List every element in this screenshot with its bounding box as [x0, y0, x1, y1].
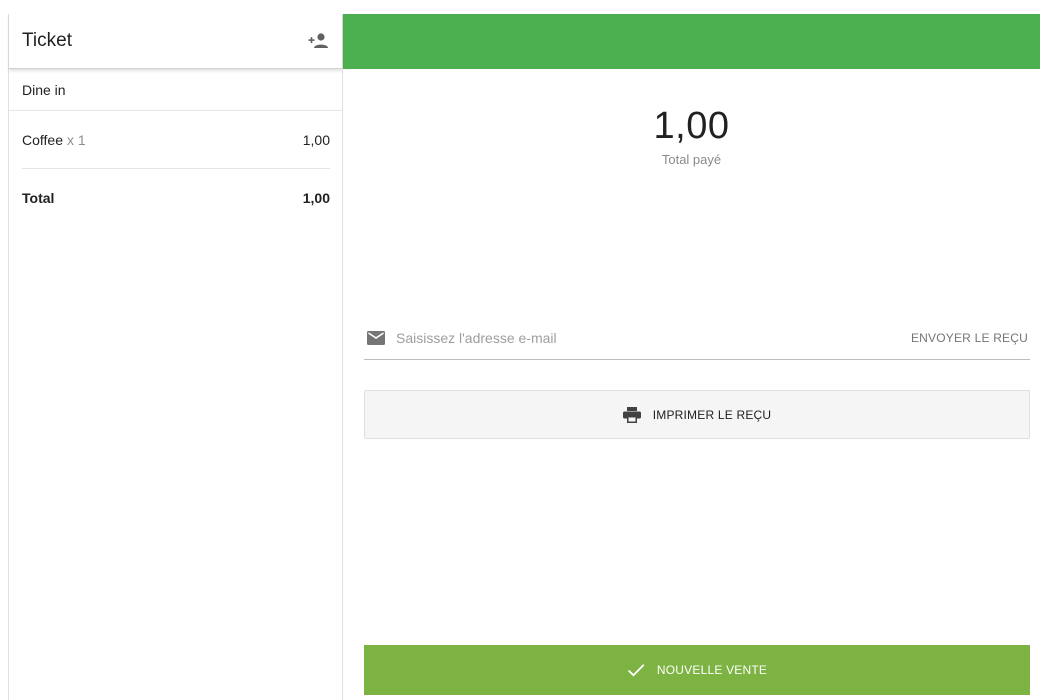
ticket-total-label: Total: [22, 190, 55, 206]
ticket-item-name: Coffee: [22, 131, 63, 148]
dining-option[interactable]: Dine in: [9, 69, 342, 111]
ticket-item-price: 1,00: [302, 131, 330, 148]
ticket-item-qty: x 1: [67, 131, 86, 148]
person-add-icon[interactable]: [306, 29, 330, 53]
ticket-total-row: Total 1,00: [9, 169, 342, 227]
paid-amount-label: Total payé: [661, 152, 722, 167]
ticket-item-row[interactable]: Coffee x 1 1,00: [22, 111, 330, 169]
ticket-total-value: 1,00: [302, 190, 330, 206]
new-sale-label: NOUVELLE VENTE: [656, 663, 768, 677]
printer-icon: [622, 406, 641, 423]
ticket-header: Ticket: [9, 14, 342, 69]
mail-icon: [367, 330, 385, 345]
send-receipt-button[interactable]: ENVOYER LE REÇU: [911, 331, 1030, 345]
print-receipt-label: IMPRIMER LE REÇU: [652, 407, 772, 422]
paid-amount: 1,00: [653, 105, 730, 147]
ticket-item-name-wrap: Coffee x 1: [22, 132, 86, 148]
email-input[interactable]: [396, 329, 911, 346]
print-receipt-button[interactable]: IMPRIMER LE REÇU: [364, 390, 1030, 439]
ticket-title: Ticket: [22, 30, 72, 51]
check-icon: [627, 663, 645, 677]
email-receipt-row: ENVOYER LE REÇU: [364, 316, 1030, 360]
top-app-bar: [343, 14, 1040, 69]
new-sale-button[interactable]: NOUVELLE VENTE: [364, 645, 1030, 695]
ticket-panel: Ticket Dine in Coffee x 1 1,00 Total 1,00: [8, 14, 343, 700]
